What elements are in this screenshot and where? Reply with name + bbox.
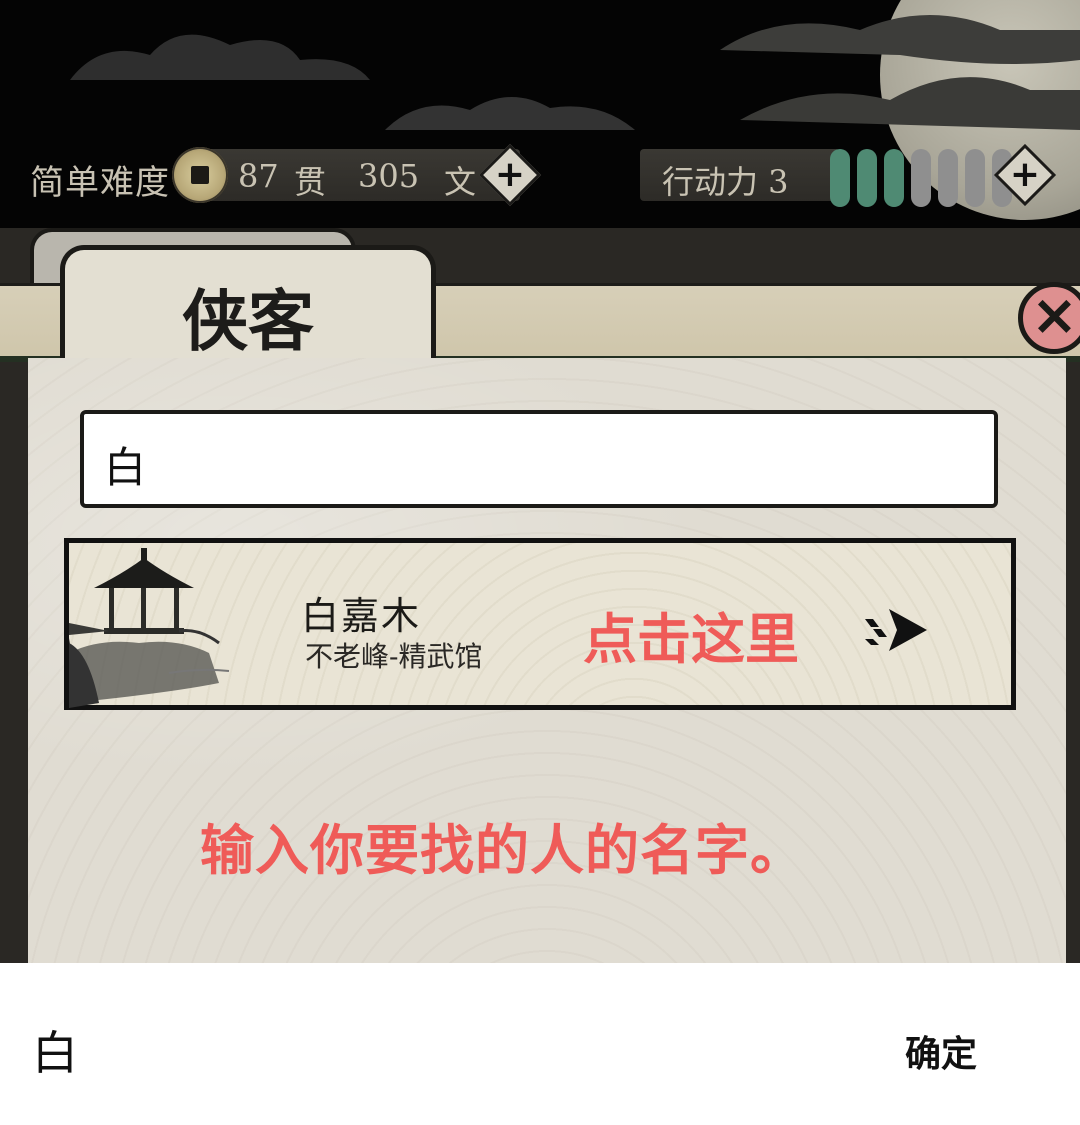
character-name: 白嘉木 — [301, 594, 422, 638]
money-guan-unit: 贯 — [294, 163, 327, 201]
pavilion-image — [69, 548, 230, 708]
search-input[interactable]: 白 — [80, 410, 998, 508]
energy-segment — [857, 149, 877, 207]
confirm-button[interactable]: 确定 — [905, 1025, 977, 1077]
coin-icon — [172, 147, 228, 203]
action-points-label: 行动力 3 — [662, 163, 789, 201]
tab-title: 侠客 — [182, 282, 314, 360]
result-card[interactable]: 白嘉木 不老峰-精武馆 点击这里 — [64, 538, 1016, 710]
go-arrow-icon[interactable] — [861, 605, 931, 655]
search-input-value: 白 — [104, 443, 147, 492]
annotation-hint: 输入你要找的人的名字。 — [200, 819, 805, 882]
add-money-button[interactable]: + — [478, 143, 542, 207]
cloud-image — [720, 15, 1080, 130]
close-button[interactable]: × — [1018, 282, 1080, 354]
money-wen-value: 305 — [358, 157, 420, 195]
status-bar: 简单难度 87 贯 305 文 + 行动力 3 + — [0, 143, 1080, 207]
cloud-image — [385, 96, 635, 130]
money-guan-value: 87 — [238, 157, 279, 195]
energy-segment — [884, 149, 904, 207]
money-wen-unit: 文 — [444, 163, 477, 201]
character-location: 不老峰-精武馆 — [305, 640, 483, 673]
plus-icon: + — [494, 154, 526, 195]
tab-xiake[interactable]: 侠客 — [60, 245, 436, 370]
energy-segment — [938, 149, 958, 207]
energy-segment — [965, 149, 985, 207]
cloud-image — [70, 34, 370, 80]
close-icon: × — [1031, 283, 1078, 348]
energy-segment — [911, 149, 931, 207]
keyboard-input-bar: 白 确定 — [0, 963, 1080, 1125]
energy-segment — [830, 149, 850, 207]
difficulty-label: 简单难度 — [30, 163, 170, 203]
ime-composing-text[interactable]: 白 — [32, 1017, 78, 1083]
add-action-button[interactable]: + — [993, 143, 1057, 207]
plus-icon: + — [1009, 154, 1041, 195]
annotation-click-here: 点击这里 — [583, 608, 799, 671]
